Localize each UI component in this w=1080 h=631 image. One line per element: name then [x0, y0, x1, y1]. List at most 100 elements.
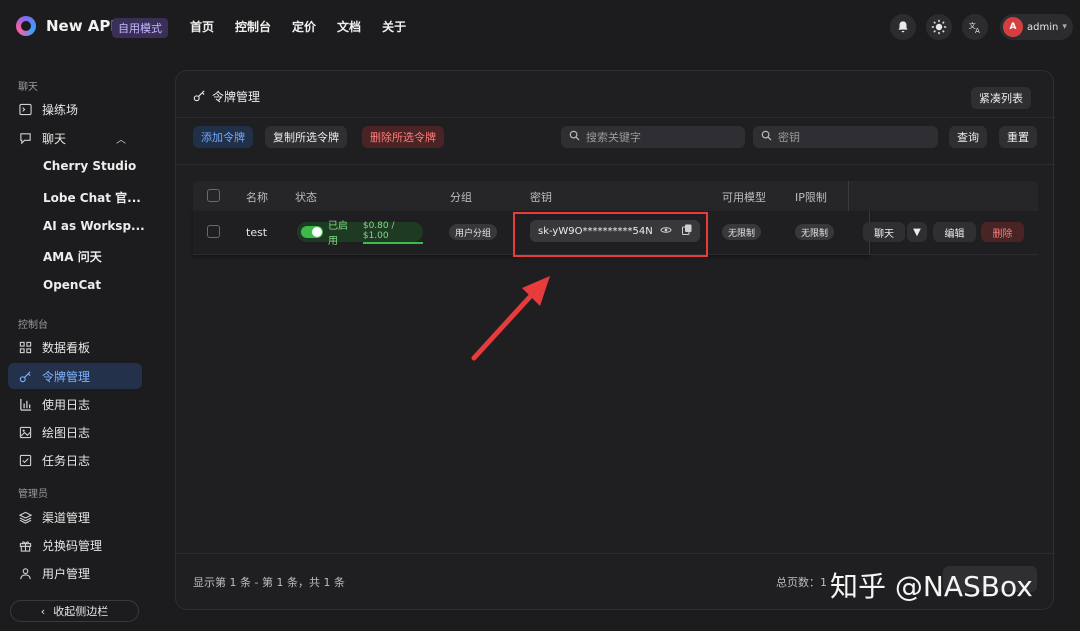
sidebar-section-console: 控制台: [18, 320, 48, 331]
sidebar-item-usage-log[interactable]: 使用日志: [8, 391, 142, 417]
status-toggle[interactable]: [301, 226, 323, 238]
user-menu[interactable]: A admin ▾: [1000, 14, 1073, 40]
chat-dropdown-button[interactable]: ▼: [907, 222, 927, 242]
add-token-button[interactable]: 添加令牌: [193, 126, 253, 148]
row-actions: 聊天 ▼ 编辑 删除: [863, 211, 1038, 255]
compact-list-button[interactable]: 紧凑列表: [971, 87, 1031, 109]
sidebar-item-task-log[interactable]: 任务日志: [8, 447, 142, 473]
sidebar: 聊天 操练场 聊天 ︿ Cherry Studio Lobe Chat 官...…: [0, 54, 160, 631]
mode-badge: 自用模式: [112, 18, 168, 38]
chat-button[interactable]: 聊天: [863, 222, 905, 242]
sidebar-item-label: 令牌管理: [42, 369, 91, 384]
column-divider: [848, 181, 849, 211]
sidebar-item-label: 绘图日志: [42, 425, 91, 440]
collapse-label: 收起侧边栏: [53, 605, 109, 618]
header-name[interactable]: 名称: [246, 189, 268, 205]
divider: [176, 117, 1055, 118]
chevron-up-icon[interactable]: ︿: [116, 131, 126, 146]
sidebar-item-label: 使用日志: [42, 397, 91, 412]
token-management-panel: 令牌管理 紧凑列表 添加令牌 复制所选令牌 删除所选令牌 搜索关键字 密钥 查询…: [175, 70, 1055, 610]
checkbox-icon: [18, 453, 32, 467]
header-ip[interactable]: IP限制: [795, 189, 827, 205]
sidebar-section-admin: 管理员: [18, 489, 48, 500]
sidebar-item-draw-log[interactable]: 绘图日志: [8, 419, 142, 445]
chat-bubble-icon: [18, 131, 32, 145]
user-name: admin: [1027, 21, 1059, 33]
header-status[interactable]: 状态: [295, 189, 317, 205]
select-all-checkbox[interactable]: [207, 189, 220, 202]
nav-home[interactable]: 首页: [190, 18, 214, 35]
key-icon: [18, 369, 32, 383]
search-key-placeholder: 密钥: [778, 131, 800, 144]
nav-pricing[interactable]: 定价: [292, 18, 316, 35]
search-keyword-input[interactable]: 搜索关键字: [561, 126, 745, 148]
watermark: 知乎 @NASBox: [830, 570, 1033, 603]
delete-selected-button[interactable]: 删除所选令牌: [362, 126, 444, 148]
header-group[interactable]: 分组: [450, 189, 472, 205]
header-models[interactable]: 可用模型: [722, 189, 766, 205]
search-keyword-placeholder: 搜索关键字: [586, 131, 641, 144]
annotation-arrow-icon: [471, 276, 550, 361]
gift-icon: [18, 538, 32, 552]
key-icon: [193, 89, 206, 105]
sidebar-item-users[interactable]: 用户管理: [8, 560, 142, 586]
collapse-sidebar-button[interactable]: ‹ 收起侧边栏: [10, 600, 139, 622]
sidebar-subitem-opencat[interactable]: OpenCat: [43, 278, 101, 292]
search-key-input[interactable]: 密钥: [753, 126, 938, 148]
nav-docs[interactable]: 文档: [337, 18, 361, 35]
app-logo-icon[interactable]: [16, 16, 36, 36]
ip-limit-tag: 无限制: [795, 224, 835, 240]
group-tag: 用户分组: [449, 224, 498, 240]
status-badge[interactable]: 已启用 $0.80 / $1.00: [297, 221, 423, 247]
sidebar-item-channels[interactable]: 渠道管理: [8, 504, 142, 530]
theme-sun-icon[interactable]: [926, 14, 952, 40]
sidebar-item-tokens[interactable]: 令牌管理: [8, 363, 142, 389]
terminal-icon: [18, 102, 32, 116]
sidebar-item-label: 任务日志: [42, 453, 91, 468]
sidebar-item-label: 数据看板: [42, 340, 91, 355]
chevron-down-icon: ▾: [1062, 22, 1067, 32]
sidebar-item-redeem[interactable]: 兑换码管理: [8, 532, 142, 558]
grid-icon: [18, 340, 32, 354]
nav-about[interactable]: 关于: [382, 18, 406, 35]
row-checkbox[interactable]: [207, 225, 220, 238]
sidebar-subitem-ama[interactable]: AMA 问天: [43, 248, 102, 265]
svg-text:A: A: [975, 27, 980, 34]
header-key[interactable]: 密钥: [530, 189, 552, 205]
sidebar-item-label: 渠道管理: [42, 510, 91, 525]
sidebar-item-label: 操练场: [42, 102, 79, 117]
nav-console[interactable]: 控制台: [235, 18, 271, 35]
token-name: test: [246, 226, 268, 239]
sidebar-item-chat[interactable]: 聊天 ︿: [8, 125, 142, 151]
reset-button[interactable]: 重置: [999, 126, 1037, 148]
caret-down-icon: ▼: [913, 226, 921, 238]
sidebar-subitem-aiworkspace[interactable]: AI as Worksp...: [43, 219, 145, 233]
sidebar-subitem-cherry[interactable]: Cherry Studio: [43, 159, 136, 173]
search-icon: [761, 130, 772, 144]
pagination-summary: 显示第 1 条 - 第 1 条，共 1 条: [193, 576, 345, 589]
sidebar-subitem-lobe[interactable]: Lobe Chat 官...: [43, 189, 141, 206]
query-button[interactable]: 查询: [949, 126, 987, 148]
app-title[interactable]: New API: [46, 17, 116, 35]
chevron-left-icon: ‹: [40, 604, 46, 618]
total-pages: 总页数：1: [776, 576, 827, 589]
notification-bell-icon[interactable]: [890, 14, 916, 40]
translate-icon[interactable]: 文A: [962, 14, 988, 40]
delete-button[interactable]: 删除: [981, 222, 1024, 242]
bar-chart-icon: [18, 397, 32, 411]
edit-button[interactable]: 编辑: [933, 222, 976, 242]
user-icon: [18, 566, 32, 580]
highlight-box: [513, 212, 708, 257]
divider: [176, 164, 1055, 165]
panel-title-text: 令牌管理: [212, 90, 261, 104]
copy-selected-button[interactable]: 复制所选令牌: [265, 126, 347, 148]
sidebar-item-playground[interactable]: 操练场: [8, 96, 142, 122]
top-bar: New API 自用模式 首页 控制台 定价 文档 关于 文A A admin …: [0, 0, 1080, 54]
image-icon: [18, 425, 32, 439]
models-tag: 无限制: [722, 224, 762, 240]
sidebar-item-dashboard[interactable]: 数据看板: [8, 334, 142, 360]
search-icon: [569, 130, 580, 144]
sidebar-section-chat: 聊天: [18, 82, 38, 93]
quota-text: $0.80 / $1.00: [362, 221, 423, 244]
avatar: A: [1003, 17, 1023, 37]
